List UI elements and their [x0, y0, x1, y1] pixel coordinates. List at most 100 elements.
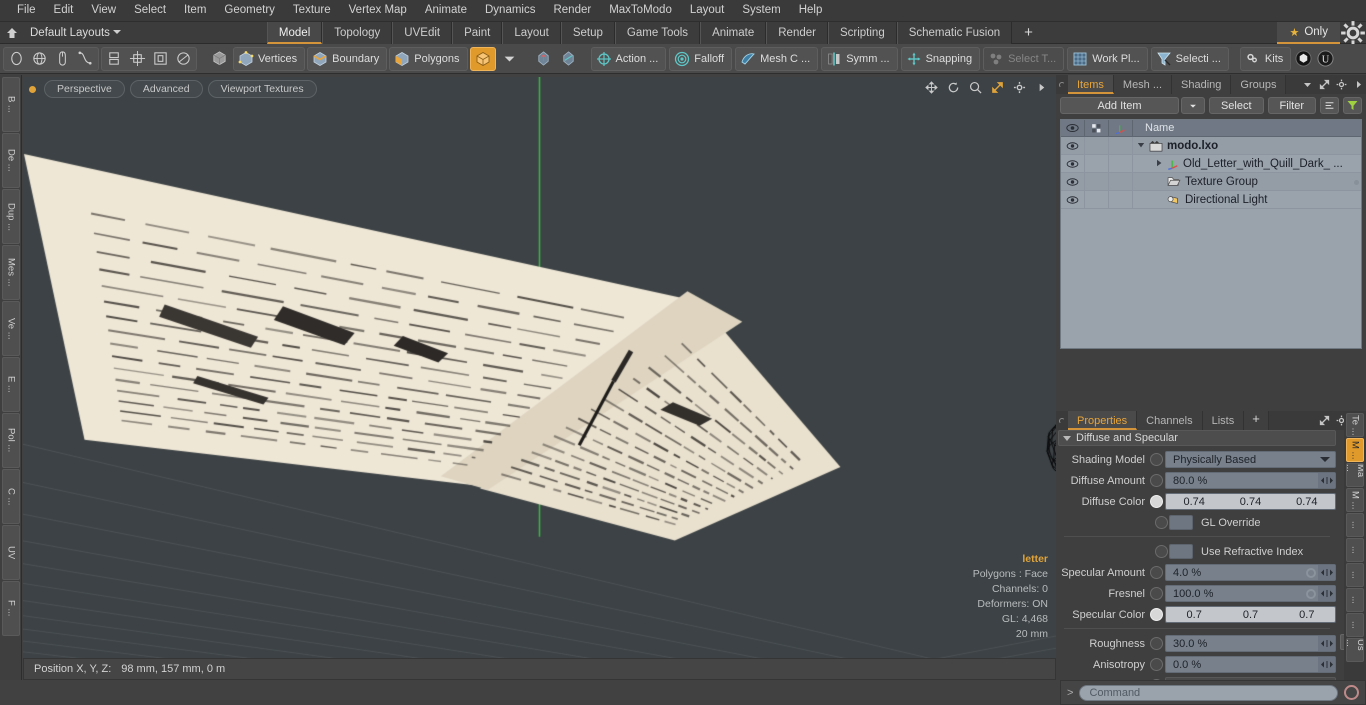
ellipse-icon[interactable] — [172, 48, 195, 70]
layout-tab-game-tools[interactable]: Game Tools — [615, 22, 700, 44]
pen-icon[interactable] — [51, 48, 74, 70]
filter-button[interactable]: Filter — [1268, 97, 1316, 114]
list-item[interactable]: Directional Light — [1133, 194, 1267, 206]
chevron-down-icon[interactable] — [1302, 77, 1313, 95]
viewport-pill-textures[interactable]: Viewport Textures — [208, 80, 317, 98]
right-tab-3[interactable]: M ... — [1346, 488, 1364, 512]
envelope-icon[interactable] — [1306, 568, 1316, 578]
layout-tab-animate[interactable]: Animate — [700, 22, 766, 44]
vertices-mode-button[interactable]: Vertices — [233, 47, 305, 71]
viewport-pill-perspective[interactable]: Perspective — [44, 80, 125, 98]
rotate-icon[interactable] — [947, 81, 960, 99]
list-item[interactable]: Old_Letter_with_Quill_Dark_ ... — [1133, 158, 1343, 170]
left-tab-0[interactable]: B ... — [2, 77, 20, 132]
default-layouts-dropdown[interactable]: Default Layouts — [24, 27, 127, 39]
circle-icon[interactable] — [5, 48, 28, 70]
property-knob[interactable] — [1155, 516, 1168, 529]
spinner-control[interactable] — [1318, 565, 1335, 580]
items-tab-items[interactable]: Items — [1068, 75, 1114, 94]
menu-item-geometry[interactable]: Geometry — [215, 1, 284, 20]
falloff-button[interactable]: Falloff — [669, 47, 732, 71]
section-header-diffuse-specular[interactable]: Diffuse and Specular — [1058, 430, 1336, 446]
table-row[interactable]: Texture Group — [1061, 173, 1361, 191]
box-icon[interactable] — [149, 48, 172, 70]
menu-item-file[interactable]: File — [8, 1, 45, 20]
left-tab-7[interactable]: C ... — [2, 469, 20, 524]
panel-menu-icon[interactable] — [1056, 411, 1068, 430]
menu-item-edit[interactable]: Edit — [45, 1, 83, 20]
right-tab-8[interactable]: ... — [1346, 613, 1364, 637]
layout-tab-scripting[interactable]: Scripting — [828, 22, 897, 44]
viewport-canvas[interactable] — [23, 77, 1056, 678]
grid-cell[interactable] — [1085, 173, 1109, 191]
item-mode-button[interactable] — [470, 47, 496, 71]
axis-cell[interactable] — [1109, 173, 1133, 191]
only-toggle-button[interactable]: ★ Only — [1277, 22, 1340, 44]
right-tab-9[interactable]: Us ... — [1346, 638, 1364, 662]
funnel-icon[interactable] — [1343, 97, 1362, 114]
spinner-control[interactable] — [1318, 473, 1335, 488]
polygons-mode-button[interactable]: Polygons — [389, 47, 467, 71]
right-tab-4[interactable]: ... — [1346, 513, 1364, 537]
list-icon[interactable] — [1320, 97, 1339, 114]
gear-icon[interactable] — [1340, 22, 1366, 44]
menu-item-system[interactable]: System — [733, 1, 789, 20]
panel-menu-icon[interactable] — [1056, 75, 1068, 94]
item-tree[interactable]: Name modo.lxo Old_Letter_with_Quill_Dark_… — [1060, 119, 1362, 349]
expand-icon[interactable] — [1319, 413, 1330, 431]
zoom-icon[interactable] — [969, 81, 982, 99]
visibility-icon[interactable] — [1061, 173, 1085, 191]
table-row[interactable]: modo.lxo — [1061, 137, 1361, 155]
grid-cell[interactable] — [1085, 155, 1109, 173]
symmetry-button[interactable]: Symm ... — [821, 47, 897, 71]
left-tab-4[interactable]: Ve ... — [2, 301, 20, 356]
expander-down-icon[interactable] — [1137, 140, 1145, 152]
left-tab-1[interactable]: De ... — [2, 133, 20, 188]
layout-tab-paint[interactable]: Paint — [452, 22, 502, 44]
visibility-icon[interactable] — [1061, 137, 1085, 155]
viewport-pill-advanced[interactable]: Advanced — [130, 80, 203, 98]
3d-viewport[interactable]: Perspective Advanced Viewport Textures l… — [23, 77, 1056, 678]
property-knob[interactable] — [1155, 545, 1168, 558]
number-field[interactable]: 80.0 % — [1165, 472, 1336, 489]
spinner-control[interactable] — [1318, 636, 1335, 651]
table-row[interactable]: Old_Letter_with_Quill_Dark_ ... — [1061, 155, 1361, 173]
table-row[interactable]: Directional Light — [1061, 191, 1361, 209]
menu-item-render[interactable]: Render — [544, 1, 600, 20]
items-tab-shading[interactable]: Shading — [1172, 75, 1231, 94]
kits-button[interactable]: Kits — [1240, 47, 1291, 71]
menu-item-animate[interactable]: Animate — [416, 1, 476, 20]
left-tab-2[interactable]: Dup ... — [2, 189, 20, 244]
color-field[interactable]: 0.7 0.7 0.7 — [1165, 606, 1336, 623]
properties-tab-lists[interactable]: Lists — [1203, 411, 1245, 430]
selection-set-button[interactable]: Selecti ... — [1151, 47, 1229, 71]
falloff-b-icon[interactable] — [557, 48, 580, 70]
dropdown-field[interactable]: Physically Based — [1165, 451, 1336, 468]
number-field[interactable]: 0.0 % — [1165, 656, 1336, 673]
visibility-icon[interactable] — [1061, 155, 1085, 173]
items-tab-groups[interactable]: Groups — [1231, 75, 1286, 94]
action-center-button[interactable]: Action ... — [591, 47, 667, 71]
menu-item-item[interactable]: Item — [175, 1, 215, 20]
add-item-button[interactable]: Add Item — [1060, 97, 1179, 114]
items-tab-mesh-[interactable]: Mesh ... — [1114, 75, 1172, 94]
properties-tab-properties[interactable]: Properties — [1068, 411, 1137, 430]
cube-icon[interactable] — [208, 48, 231, 70]
left-tab-6[interactable]: Pol ... — [2, 413, 20, 468]
layout-tab-topology[interactable]: Topology — [322, 22, 392, 44]
modo-ball-icon[interactable] — [1293, 48, 1313, 70]
layout-tab-render[interactable]: Render — [766, 22, 828, 44]
left-tab-3[interactable]: Mes ... — [2, 245, 20, 300]
expand-icon[interactable] — [1319, 77, 1330, 95]
fit-icon[interactable] — [991, 81, 1004, 99]
right-tab-5[interactable]: ... — [1346, 538, 1364, 562]
chevron-right-icon[interactable] — [1353, 77, 1364, 95]
snapping-button[interactable]: Snapping — [901, 47, 981, 71]
color-field[interactable]: 0.74 0.74 0.74 — [1165, 493, 1336, 510]
checkbox-toggle[interactable] — [1169, 515, 1193, 530]
unreal-icon[interactable]: U — [1315, 48, 1335, 70]
left-tab-5[interactable]: E ... — [2, 357, 20, 412]
property-knob[interactable] — [1150, 474, 1163, 487]
property-knob[interactable] — [1150, 637, 1163, 650]
checkbox-toggle[interactable] — [1169, 544, 1193, 559]
